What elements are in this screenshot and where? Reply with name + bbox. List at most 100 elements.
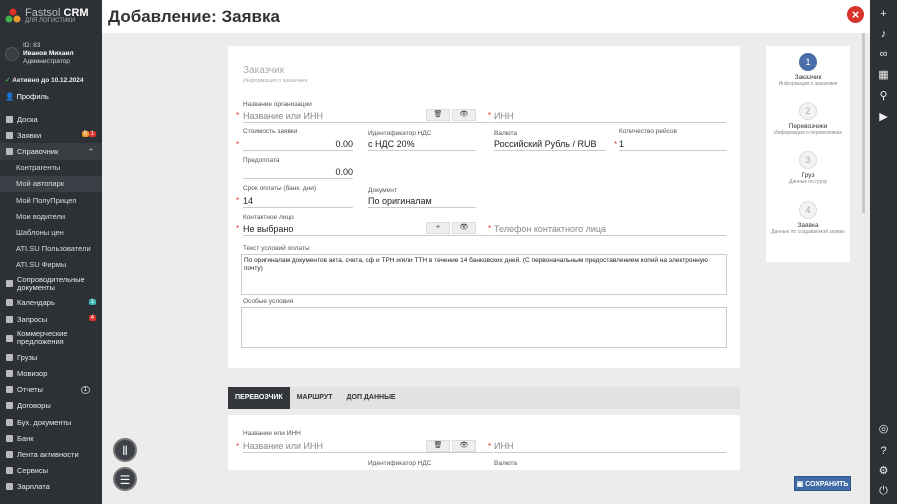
sidebar-item-services[interactable]: Сервисы: [0, 463, 102, 479]
prepay-field[interactable]: 0.00: [243, 166, 353, 179]
vat-select[interactable]: с НДС 20%: [368, 138, 476, 151]
tab-extra[interactable]: ДОП ДАННЫЕ: [340, 387, 403, 409]
sidebar-item-calendar[interactable]: Календарь 1: [0, 295, 102, 311]
trips-field[interactable]: 1: [619, 138, 727, 151]
sidebar-item-zayavki[interactable]: Заявки 5 1: [0, 127, 102, 143]
terms-textarea[interactable]: По оригиналам документов акта, счета, сф…: [241, 254, 727, 295]
carrier-inn-field[interactable]: ИНН: [494, 440, 726, 453]
sidebar-item-buh[interactable]: Бух. документы: [0, 414, 102, 430]
logout-icon[interactable]: ⏻: [878, 486, 889, 497]
tab-route[interactable]: МАРШРУТ: [290, 387, 340, 409]
sidebar-item-activity[interactable]: Лента активности: [0, 446, 102, 462]
sidebar-item-bank[interactable]: Банк: [0, 430, 102, 446]
bank-icon: [6, 434, 13, 442]
add-contact-button[interactable]: +: [426, 222, 450, 234]
user-block[interactable]: ID: 83 Иванов Михаил Администратор: [0, 32, 102, 70]
profile-link[interactable]: 👤 Профиль: [0, 90, 102, 111]
sidebar-item-requests[interactable]: Запросы 4: [0, 311, 102, 327]
contact-label: Контактное лицо: [243, 214, 294, 221]
sidebar-label: Бух. документы: [17, 417, 72, 427]
special-textarea[interactable]: [241, 307, 727, 348]
cargo-icon: [6, 353, 13, 361]
tab-carrier[interactable]: ПЕРЕВОЗЧИК: [228, 387, 290, 409]
sidebar-label: Справочник: [17, 146, 59, 156]
sidebar-label: Контрагенты: [16, 163, 61, 173]
main-area: Добавление: Заявка × Заказчик Информация…: [102, 0, 870, 504]
accounting-icon: [6, 418, 13, 426]
requests-icon: [6, 315, 13, 323]
sidebar-item-sprav[interactable]: Справочник ⌃: [0, 143, 102, 160]
cost-label: Стоимость заявки: [243, 128, 298, 135]
sidebar-item-polupricep[interactable]: Мой ПолуПрицеп: [0, 192, 102, 208]
sidebar-item-kontr[interactable]: Контрагенты: [0, 160, 102, 176]
sidebar-item-offers[interactable]: Коммерческие предложения: [0, 327, 102, 349]
sidebar-item-autopark[interactable]: Мой автопарк: [0, 175, 102, 192]
logo[interactable]: Fastsol CRM ДЛЯ ЛОГИСТИКИ: [0, 0, 102, 32]
required-mark: *: [236, 196, 240, 205]
plus-icon[interactable]: +: [878, 9, 889, 20]
eye-icon: 👁: [459, 111, 469, 118]
carrier-delete-button[interactable]: 🗑: [426, 440, 450, 452]
settings-icon[interactable]: ⚙: [878, 466, 889, 477]
sidebar: Fastsol CRM ДЛЯ ЛОГИСТИКИ ID: 83 Иванов …: [0, 0, 102, 504]
sidebar-label: Сервисы: [17, 466, 49, 476]
vat-label: Идентификатор НДС: [368, 130, 432, 137]
sidebar-label: Доска: [17, 114, 38, 124]
logo-icon: [5, 8, 21, 23]
calendar-icon: [6, 299, 13, 307]
step-desc: Информация о заказчике: [778, 81, 838, 87]
sidebar-item-docs[interactable]: Сопроводительные документы: [0, 273, 102, 295]
doc-select[interactable]: По оригиналам: [368, 195, 476, 208]
view-button[interactable]: 👁: [452, 109, 476, 121]
calculator-icon[interactable]: ▦: [878, 70, 889, 81]
orders-badge-warn: 5: [81, 131, 89, 138]
sidebar-item-salary[interactable]: Зарплата: [0, 479, 102, 495]
menu-toggle-button[interactable]: ☰: [113, 467, 137, 491]
columns-toggle-button[interactable]: ⦀: [113, 438, 137, 462]
license-text: Активно до 10.12.2024: [12, 77, 84, 84]
phone-field[interactable]: Телефон контактного лица: [494, 223, 726, 236]
trips-label: Количество рейсов: [619, 128, 677, 135]
check-icon: ✓: [5, 77, 11, 84]
docs-icon: [6, 280, 13, 288]
link-icon[interactable]: ∞: [878, 49, 889, 60]
step-2[interactable]: 2 Перевозчики Информация о перевозчиках: [766, 102, 850, 136]
step-4[interactable]: 4 Заявка Данные по создаваемой заявке: [766, 201, 850, 235]
currency-select[interactable]: Российский Рубль / RUB: [494, 138, 606, 151]
sidebar-item-cargo[interactable]: Грузы: [0, 349, 102, 365]
step-1[interactable]: 1 Заказчик Информация о заказчике: [766, 53, 850, 87]
headset-icon[interactable]: ◎: [878, 424, 889, 435]
sidebar-item-ati-users[interactable]: ATI.SU Пользователи: [0, 241, 102, 257]
sidebar-item-reports[interactable]: Отчеты 1: [0, 382, 102, 398]
scrollbar-thumb[interactable]: [861, 33, 865, 213]
sidebar-label: Заявки: [17, 130, 42, 140]
delete-button[interactable]: 🗑: [426, 109, 450, 121]
save-button[interactable]: ▣ СОХРАНИТЬ: [794, 476, 851, 491]
scrollbar[interactable]: [860, 33, 866, 213]
play-icon[interactable]: ▶: [878, 112, 889, 123]
help-icon[interactable]: ?: [878, 446, 889, 457]
route-icon[interactable]: ⚲: [878, 91, 889, 102]
sidebar-item-doska[interactable]: Доска: [0, 111, 102, 127]
bell-icon[interactable]: ♪: [878, 29, 889, 40]
sidebar-item-monitor[interactable]: Мовизор: [0, 365, 102, 381]
sidebar-item-ati-firms[interactable]: ATI.SU Фирмы: [0, 257, 102, 273]
sidebar-item-price[interactable]: Шаблоны цен: [0, 224, 102, 240]
orders-icon: [6, 131, 13, 139]
sidebar-item-drivers[interactable]: Мои водители: [0, 208, 102, 224]
sidebar-item-contracts[interactable]: Договоры: [0, 398, 102, 414]
inn-field[interactable]: ИНН: [494, 110, 726, 123]
cost-field[interactable]: 0.00: [243, 138, 353, 151]
step-3[interactable]: 3 Груз Данные по грузу: [766, 151, 850, 185]
step-desc: Данные по создаваемой заявке: [771, 229, 845, 235]
step-number: 2: [799, 102, 817, 120]
save-icon: ▣: [796, 481, 804, 488]
user-name: Иванов Михаил: [23, 50, 74, 57]
term-field[interactable]: 14: [243, 195, 353, 208]
required-mark: *: [614, 140, 618, 149]
close-icon: ×: [851, 7, 860, 22]
view-contact-button[interactable]: 👁: [452, 222, 476, 234]
close-button[interactable]: ×: [847, 6, 864, 23]
carrier-view-button[interactable]: 👁: [452, 440, 476, 452]
sidebar-label: Сопроводительные документы: [17, 274, 85, 292]
